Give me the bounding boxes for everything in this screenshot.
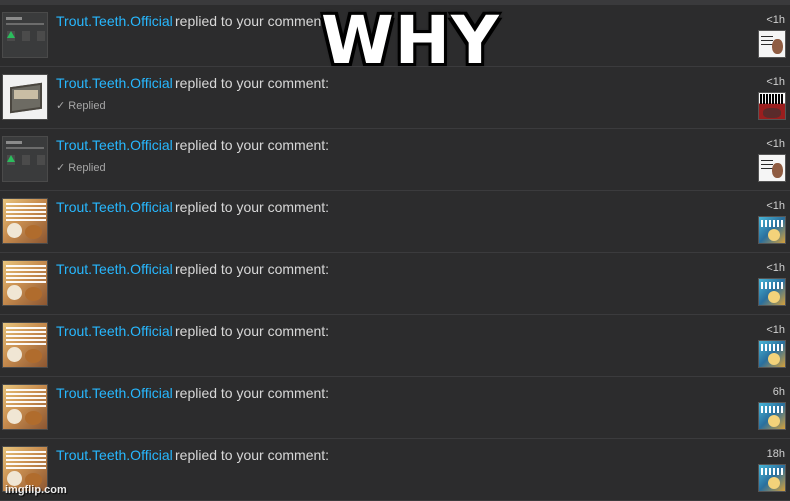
person-photo-thumbnail[interactable] bbox=[758, 154, 786, 182]
3d-model-thumbnail[interactable] bbox=[2, 74, 48, 120]
meme-thumbnail[interactable] bbox=[2, 322, 48, 368]
timestamp: <1h bbox=[766, 324, 785, 336]
person-photo-thumbnail[interactable] bbox=[758, 30, 786, 58]
username-link[interactable]: Trout.Teeth.Official bbox=[56, 385, 173, 401]
notification-row[interactable]: Trout.Teeth.Official replied to your com… bbox=[0, 129, 790, 191]
notification-row[interactable]: Trout.Teeth.Official replied to your com… bbox=[0, 439, 790, 501]
notification-row[interactable]: Trout.Teeth.Official replied to your com… bbox=[0, 191, 790, 253]
notification-row[interactable]: Trout.Teeth.Official replied to your com… bbox=[0, 315, 790, 377]
notification-text: replied to your comment: bbox=[175, 323, 329, 339]
notification-text: replied to your comment: bbox=[175, 199, 329, 215]
watermark: imgflip.com bbox=[5, 484, 67, 496]
idiot-meme-thumbnail[interactable] bbox=[758, 92, 786, 120]
timestamp: 6h bbox=[773, 386, 785, 398]
notification-text: replied to your comment: bbox=[175, 261, 329, 277]
notification-list: Trout.Teeth.Official replied to your com… bbox=[0, 5, 790, 501]
meme-thumbnail[interactable] bbox=[2, 260, 48, 306]
blue-meme-thumbnail[interactable] bbox=[758, 216, 786, 244]
notification-row[interactable]: Trout.Teeth.Official replied to your com… bbox=[0, 377, 790, 439]
timestamp: <1h bbox=[766, 200, 785, 212]
blue-meme-thumbnail[interactable] bbox=[758, 464, 786, 492]
notification-text: replied to your comment bbox=[175, 13, 325, 29]
blue-meme-thumbnail[interactable] bbox=[758, 402, 786, 430]
timestamp: <1h bbox=[766, 14, 785, 26]
blue-meme-thumbnail[interactable] bbox=[758, 340, 786, 368]
replied-status: ✓ Replied bbox=[56, 161, 106, 174]
username-link[interactable]: Trout.Teeth.Official bbox=[56, 261, 173, 277]
meme-thumbnail[interactable] bbox=[2, 384, 48, 430]
notification-text: replied to your comment: bbox=[175, 137, 329, 153]
notification-text: replied to your comment: bbox=[175, 385, 329, 401]
replied-status: ✓ Replied bbox=[56, 99, 106, 112]
username-link[interactable]: Trout.Teeth.Official bbox=[56, 13, 173, 29]
ui-screenshot-thumbnail[interactable] bbox=[2, 136, 48, 182]
timestamp: <1h bbox=[766, 262, 785, 274]
username-link[interactable]: Trout.Teeth.Official bbox=[56, 447, 173, 463]
username-link[interactable]: Trout.Teeth.Official bbox=[56, 323, 173, 339]
notification-text: replied to your comment: bbox=[175, 447, 329, 463]
blue-meme-thumbnail[interactable] bbox=[758, 278, 786, 306]
timestamp: <1h bbox=[766, 138, 785, 150]
timestamp: 18h bbox=[767, 448, 785, 460]
meme-thumbnail[interactable] bbox=[2, 198, 48, 244]
notification-text: replied to your comment: bbox=[175, 75, 329, 91]
timestamp: <1h bbox=[766, 76, 785, 88]
username-link[interactable]: Trout.Teeth.Official bbox=[56, 75, 173, 91]
username-link[interactable]: Trout.Teeth.Official bbox=[56, 199, 173, 215]
notification-row[interactable]: Trout.Teeth.Official replied to your com… bbox=[0, 253, 790, 315]
meme-caption: WHY bbox=[321, 8, 500, 74]
username-link[interactable]: Trout.Teeth.Official bbox=[56, 137, 173, 153]
ui-screenshot-thumbnail[interactable] bbox=[2, 12, 48, 58]
